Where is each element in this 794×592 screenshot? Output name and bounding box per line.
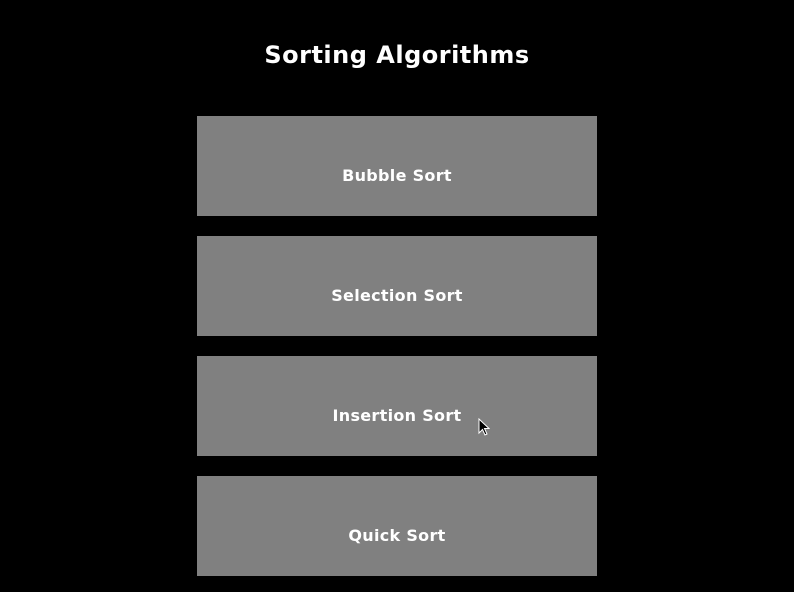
insertion-sort-label: Insertion Sort (332, 406, 462, 425)
quick-sort-button[interactable]: Quick Sort (197, 476, 597, 576)
quick-sort-label: Quick Sort (348, 526, 446, 545)
app-screen: Sorting Algorithms Bubble Sort Selection… (0, 0, 794, 592)
mouse-pointer-icon (478, 418, 490, 436)
insertion-sort-button[interactable]: Insertion Sort (197, 356, 597, 456)
bubble-sort-label: Bubble Sort (342, 166, 452, 185)
selection-sort-button[interactable]: Selection Sort (197, 236, 597, 336)
algorithm-menu: Bubble Sort Selection Sort Insertion Sor… (197, 116, 597, 576)
page-title: Sorting Algorithms (264, 41, 530, 69)
bubble-sort-button[interactable]: Bubble Sort (197, 116, 597, 216)
selection-sort-label: Selection Sort (331, 286, 463, 305)
